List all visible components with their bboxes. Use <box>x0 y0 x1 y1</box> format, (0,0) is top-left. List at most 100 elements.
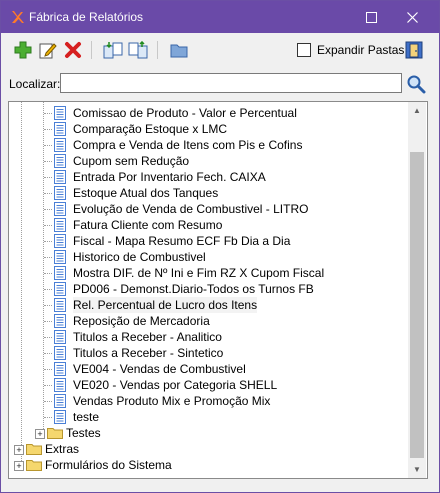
report-item[interactable]: Reposição de Mercadoria <box>9 313 407 329</box>
report-item[interactable]: Rel. Percentual de Lucro dos Itens <box>9 297 407 313</box>
window-title: Fábrica de Relatórios <box>29 10 144 24</box>
tree-connector <box>44 145 52 146</box>
export-report-button[interactable] <box>127 39 149 61</box>
report-tree[interactable]: Comissao de Produto - Valor e Percentual… <box>8 101 428 479</box>
add-icon <box>14 41 32 59</box>
add-report-button[interactable] <box>12 39 34 61</box>
scroll-up-arrow-icon[interactable]: ▲ <box>408 102 426 119</box>
edit-icon <box>39 43 57 59</box>
tree-connector <box>44 257 52 258</box>
report-item-label: Vendas Produto Mix e Promoção Mix <box>73 394 271 408</box>
report-item[interactable]: Fatura Cliente com Resumo <box>9 217 407 233</box>
maximize-button[interactable] <box>353 1 389 33</box>
tree-connector <box>44 161 52 162</box>
report-document-icon <box>54 218 66 232</box>
tree-connector <box>44 177 52 178</box>
close-button[interactable] <box>394 1 430 33</box>
import-icon <box>103 42 123 59</box>
report-item[interactable]: VE004 - Vendas de Combustivel <box>9 361 407 377</box>
report-factory-window: Fábrica de Relatórios Expandir Pastas Lo… <box>0 0 440 493</box>
folder-icon <box>26 444 42 455</box>
delete-icon <box>65 42 81 58</box>
folder-item-root[interactable]: + Formulários do Sistema <box>9 457 407 473</box>
exit-button[interactable] <box>403 39 425 61</box>
expand-plus-icon[interactable]: + <box>35 429 45 439</box>
report-item-label: VE020 - Vendas por Categoria SHELL <box>73 378 278 392</box>
report-document-icon <box>54 378 66 392</box>
report-item-label: Evolução de Venda de Combustivel - LITRO <box>73 202 309 216</box>
report-item[interactable]: Compra e Venda de Itens com Pis e Cofins <box>9 137 407 153</box>
folder-icon <box>170 44 188 58</box>
tree-connector <box>44 337 52 338</box>
tree-connector <box>44 305 52 306</box>
report-document-icon <box>54 282 66 296</box>
report-item[interactable]: Mostra DIF. de Nº Ini e Fim RZ X Cupom F… <box>9 265 407 281</box>
report-item[interactable]: Fiscal - Mapa Resumo ECF Fb Dia a Dia <box>9 233 407 249</box>
report-document-icon <box>54 410 66 424</box>
report-item[interactable]: Estoque Atual dos Tanques <box>9 185 407 201</box>
toolbar: Expandir Pastas <box>1 33 439 67</box>
report-document-icon <box>54 122 66 136</box>
expand-folders-checkbox[interactable] <box>297 43 311 57</box>
expand-plus-icon[interactable]: + <box>14 461 24 471</box>
report-item[interactable]: Cupom sem Redução <box>9 153 407 169</box>
report-document-icon <box>54 202 66 216</box>
report-item[interactable]: teste <box>9 409 407 425</box>
tree-connector <box>44 401 52 402</box>
report-document-icon <box>54 298 66 312</box>
search-label: Localizar: <box>9 77 61 91</box>
report-item-label: PD006 - Demonst.Diario-Todos os Turnos F… <box>73 282 314 296</box>
report-item-label: teste <box>73 410 100 424</box>
report-item-label: Titulos a Receber - Analitico <box>73 330 222 344</box>
folder-item-testes[interactable]: + Testes <box>9 425 407 441</box>
tree-connector <box>44 321 52 322</box>
folder-label: Formulários do Sistema <box>45 458 172 472</box>
report-item-label: Fatura Cliente com Resumo <box>73 218 223 232</box>
report-document-icon <box>54 106 66 120</box>
delete-report-button[interactable] <box>62 39 84 61</box>
report-item-label: Comparação Estoque x LMC <box>73 122 228 136</box>
report-item-label: Cupom sem Redução <box>73 154 190 168</box>
report-item-label: Reposição de Mercadoria <box>73 314 210 328</box>
expand-plus-icon[interactable]: + <box>14 445 24 455</box>
magnifier-icon[interactable] <box>406 74 426 94</box>
tree-connector <box>44 273 52 274</box>
report-document-icon <box>54 170 66 184</box>
tree-connector <box>44 209 52 210</box>
report-item[interactable]: Comparação Estoque x LMC <box>9 121 407 137</box>
report-item[interactable]: Vendas Produto Mix e Promoção Mix <box>9 393 407 409</box>
report-document-icon <box>54 394 66 408</box>
edit-report-button[interactable] <box>37 39 59 61</box>
report-document-icon <box>54 250 66 264</box>
tree-connector <box>44 353 52 354</box>
report-document-icon <box>54 138 66 152</box>
scrollbar-thumb[interactable] <box>410 152 424 458</box>
report-item[interactable]: Titulos a Receber - Analitico <box>9 329 407 345</box>
toolbar-separator <box>91 41 92 59</box>
report-item[interactable]: Historico de Combustivel <box>9 249 407 265</box>
report-item-label: Entrada Por Inventario Fech. CAIXA <box>73 170 266 184</box>
title-bar[interactable]: Fábrica de Relatórios <box>1 1 439 33</box>
search-input[interactable] <box>60 73 402 93</box>
search-row: Localizar: <box>1 71 439 97</box>
folder-item-root[interactable]: + Extras <box>9 441 407 457</box>
report-item[interactable]: VE020 - Vendas por Categoria SHELL <box>9 377 407 393</box>
report-item[interactable]: Comissao de Produto - Valor e Percentual <box>9 105 407 121</box>
expand-folders-toggle[interactable]: Expandir Pastas <box>297 42 404 58</box>
report-item[interactable]: Titulos a Receber - Sintetico <box>9 345 407 361</box>
vertical-scrollbar[interactable]: ▲ ▼ <box>408 102 426 478</box>
tree-connector <box>44 225 52 226</box>
report-item[interactable]: PD006 - Demonst.Diario-Todos os Turnos F… <box>9 281 407 297</box>
app-logo-icon <box>12 11 24 23</box>
close-icon <box>406 11 418 23</box>
tree-connector <box>44 129 52 130</box>
report-document-icon <box>54 346 66 360</box>
tree-connector <box>44 289 52 290</box>
report-item-label: Rel. Percentual de Lucro dos Itens <box>73 297 258 313</box>
tree-connector <box>44 193 52 194</box>
import-report-button[interactable] <box>102 39 124 61</box>
new-folder-button[interactable] <box>168 39 190 61</box>
report-item[interactable]: Evolução de Venda de Combustivel - LITRO <box>9 201 407 217</box>
report-item[interactable]: Entrada Por Inventario Fech. CAIXA <box>9 169 407 185</box>
scroll-down-arrow-icon[interactable]: ▼ <box>408 461 426 478</box>
